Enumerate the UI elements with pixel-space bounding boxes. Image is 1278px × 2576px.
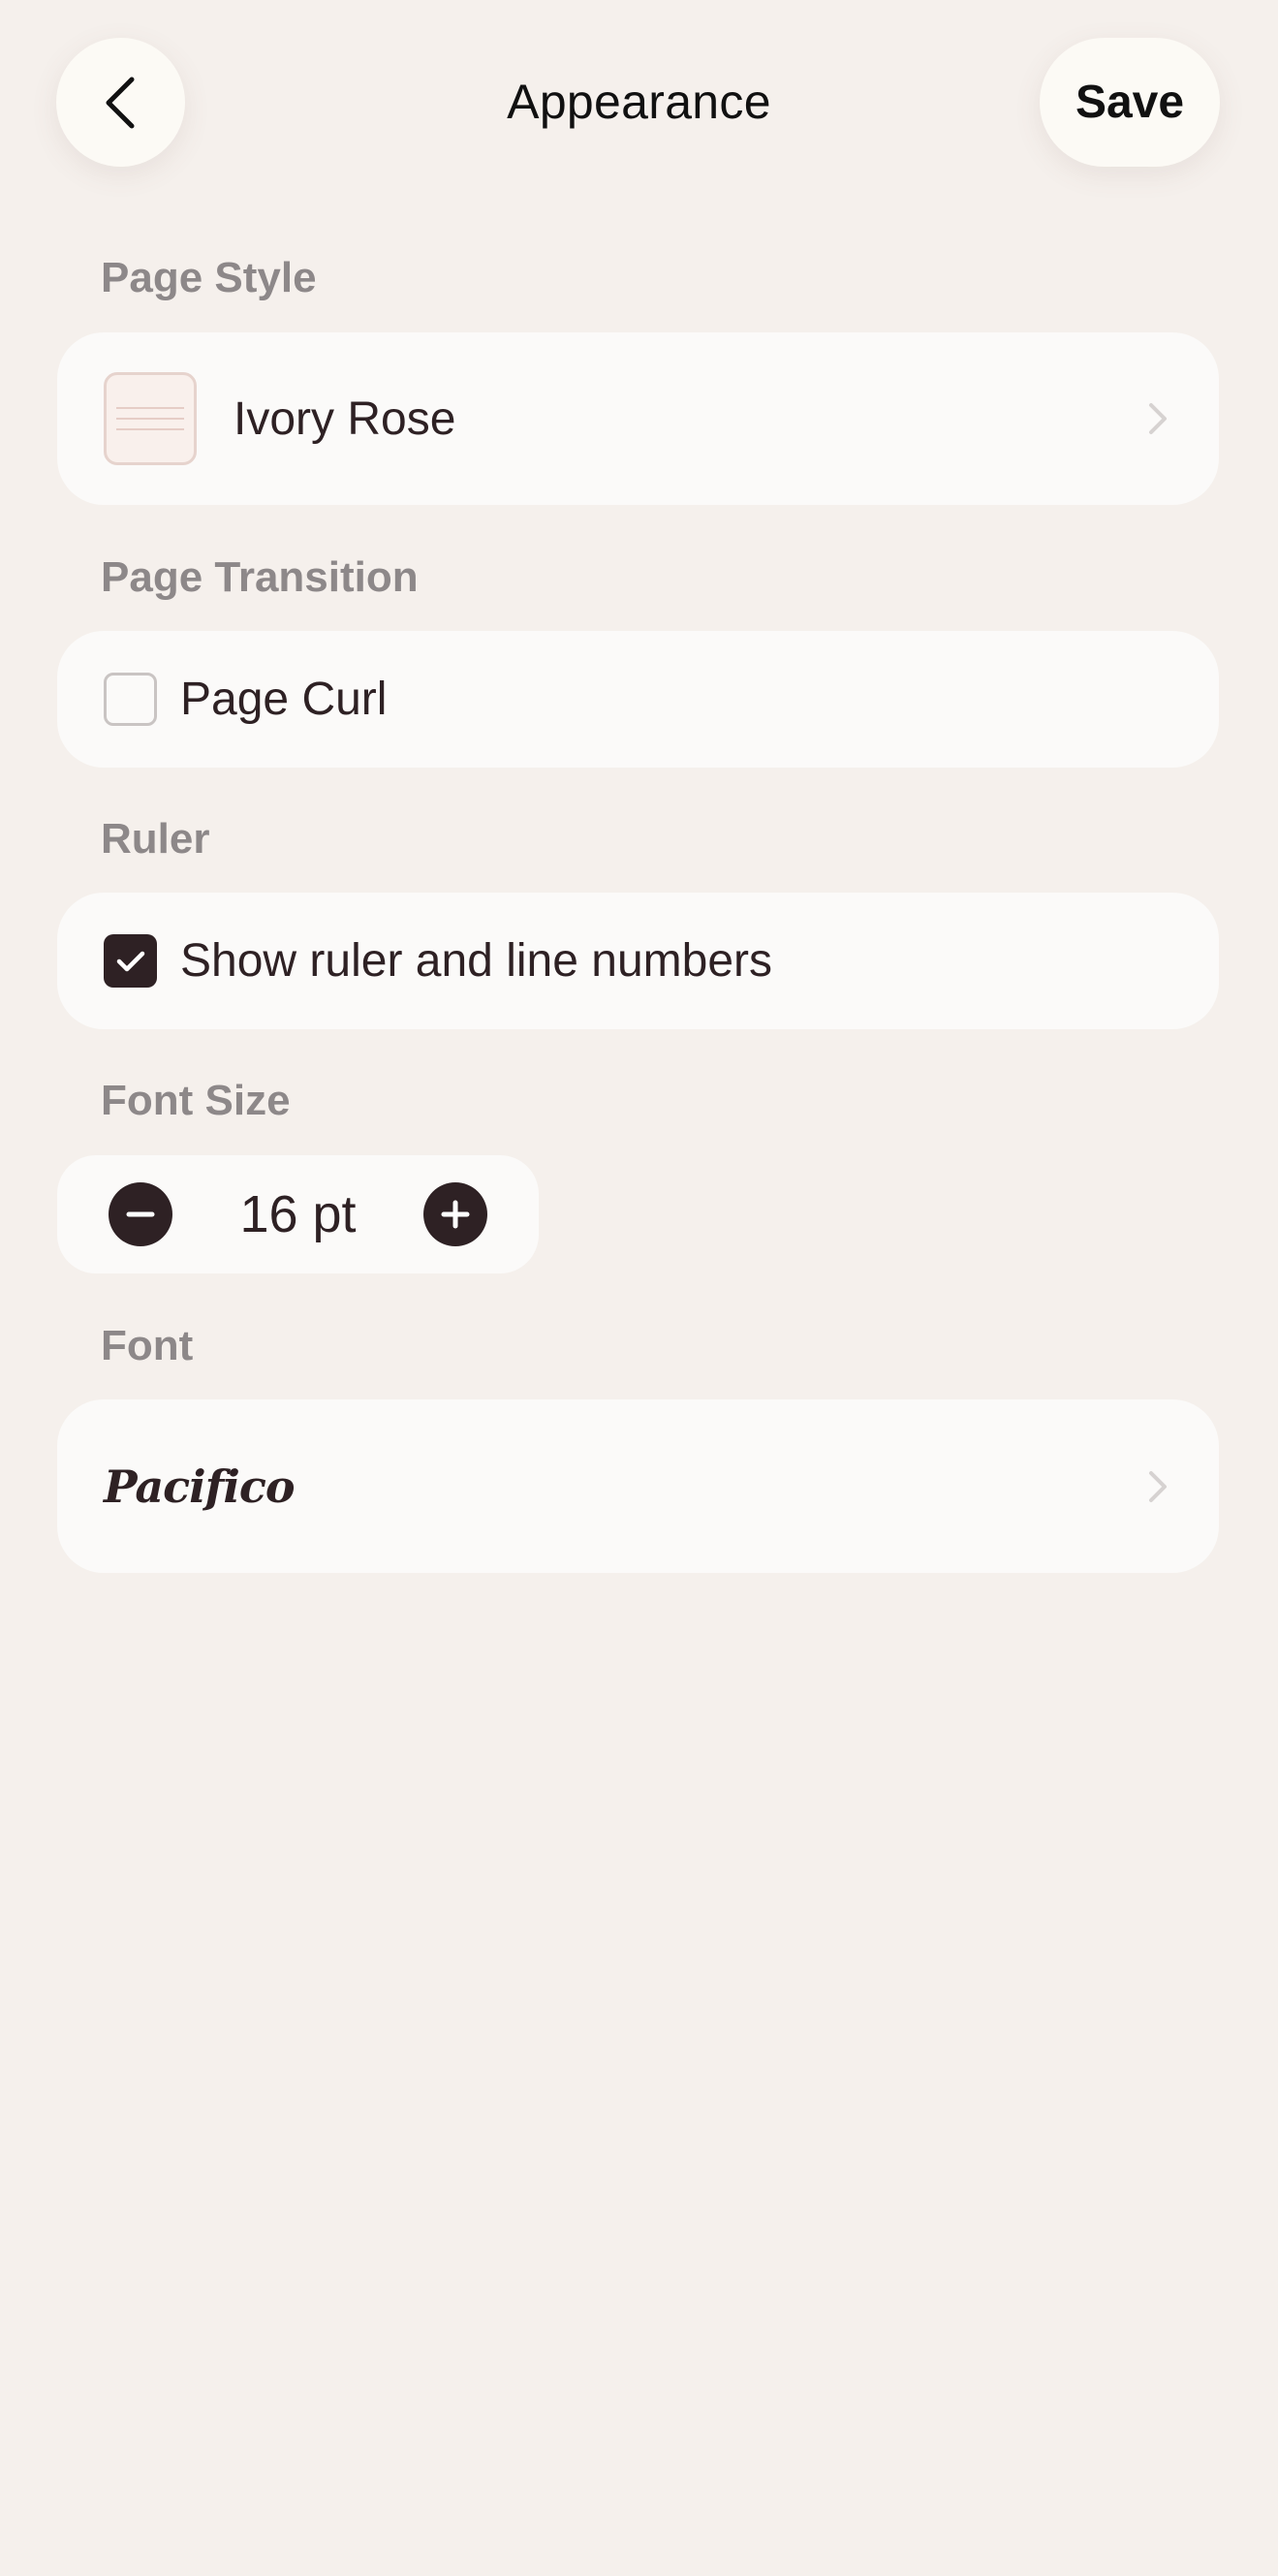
page-style-swatch: [104, 372, 197, 465]
font-value: Pacifico: [104, 1460, 296, 1513]
increase-font-size-button[interactable]: [423, 1182, 487, 1246]
chevron-right-icon: [1143, 399, 1172, 438]
page-curl-label: Page Curl: [180, 674, 388, 725]
header: Appearance Save: [0, 0, 1278, 208]
plus-icon: [441, 1200, 470, 1229]
ruler-label: Show ruler and line numbers: [180, 935, 772, 987]
page-style-value: Ivory Rose: [234, 393, 456, 445]
checkmark-icon: [116, 951, 144, 971]
ruler-checkbox[interactable]: [104, 934, 157, 988]
save-button[interactable]: Save: [1040, 38, 1220, 167]
section-label-page-transition: Page Transition: [101, 553, 419, 601]
ruler-row[interactable]: Show ruler and line numbers: [57, 893, 1219, 1029]
section-label-page-style: Page Style: [101, 254, 317, 301]
font-row[interactable]: Pacifico: [57, 1399, 1219, 1573]
appearance-screen: Appearance Save Page Style Ivory Rose Pa…: [0, 0, 1278, 2576]
chevron-right-icon: [1143, 1467, 1172, 1506]
decrease-font-size-button[interactable]: [109, 1182, 172, 1246]
section-label-ruler: Ruler: [101, 815, 210, 863]
page-curl-row[interactable]: Page Curl: [57, 631, 1219, 768]
minus-icon: [126, 1211, 155, 1217]
page-style-row[interactable]: Ivory Rose: [57, 332, 1219, 505]
section-label-font-size: Font Size: [101, 1077, 291, 1124]
section-label-font: Font: [101, 1322, 194, 1369]
page-curl-checkbox[interactable]: [104, 673, 157, 726]
font-size-value: 16 pt: [239, 1185, 357, 1243]
font-size-stepper: 16 pt: [57, 1155, 539, 1273]
